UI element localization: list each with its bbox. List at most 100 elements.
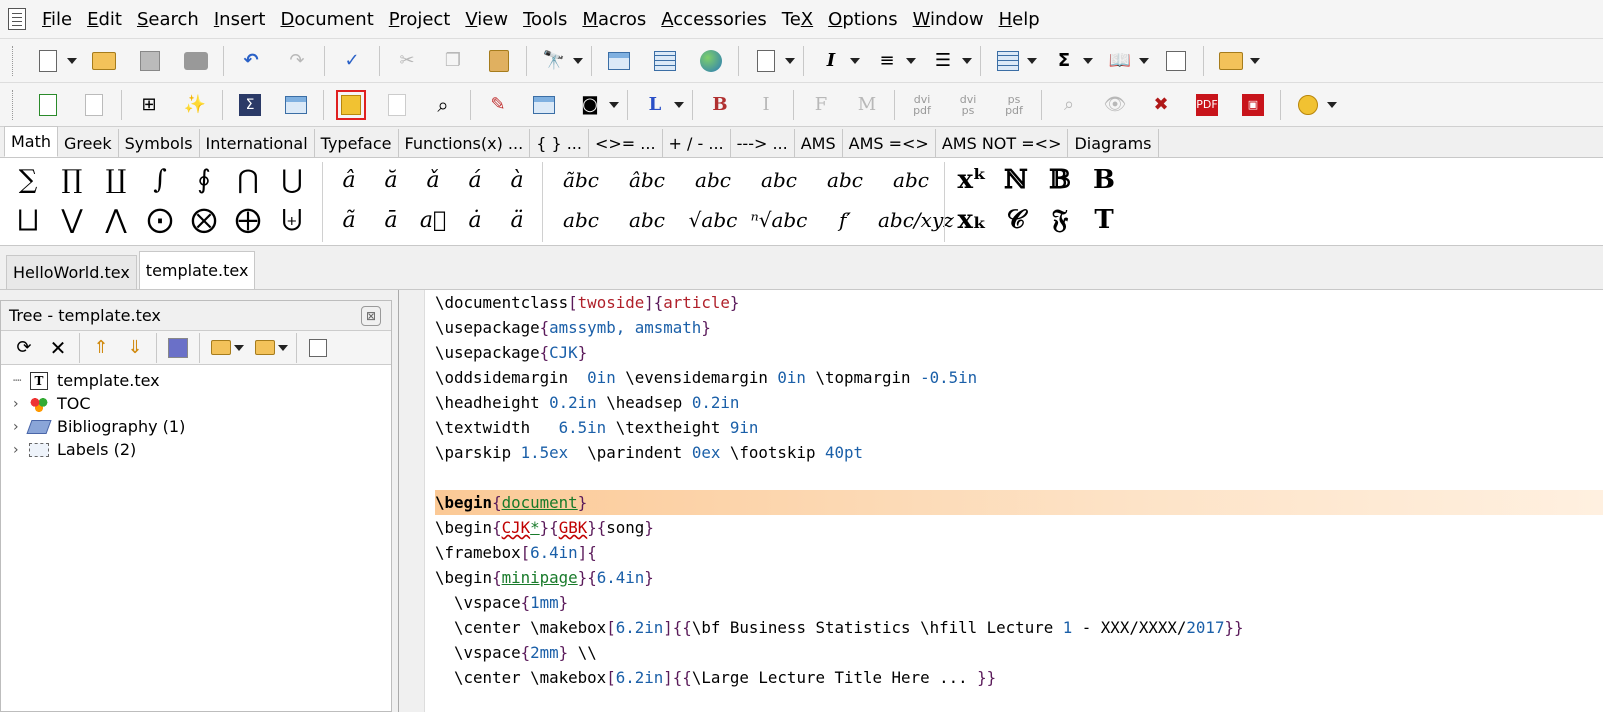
window-frame-icon[interactable] xyxy=(529,90,559,120)
accent-symbol-button[interactable]: ä xyxy=(496,208,538,233)
cut-icon[interactable]: ✂ xyxy=(392,46,422,76)
tree-folder-icon[interactable] xyxy=(252,333,278,363)
document-structure-icon[interactable] xyxy=(751,46,781,76)
code-line[interactable]: \begin{CJK*}{GBK}{song} xyxy=(435,515,1603,540)
dvi-viewer-icon[interactable]: ✖ xyxy=(1146,90,1176,120)
wide-accent-symbol-button[interactable]: ãbc xyxy=(548,168,614,192)
code-line[interactable]: \textwidth 6.5in \textheight 9in xyxy=(435,415,1603,440)
wide-accent-symbol-button[interactable]: abc/xyz xyxy=(878,208,954,232)
tree-open-icon[interactable] xyxy=(208,333,234,363)
operator-symbol-button[interactable]: ⋂ xyxy=(226,165,270,195)
menu-view[interactable]: View xyxy=(465,9,508,30)
operator-symbol-button[interactable]: ∫ xyxy=(138,165,182,195)
file-tab-template[interactable]: template.tex xyxy=(138,251,256,289)
tree-item-toc[interactable]: › TOC xyxy=(1,392,391,415)
symbol-tab-4[interactable]: Typeface xyxy=(315,129,399,157)
menu-project[interactable]: Project xyxy=(389,9,451,30)
compile-latex-dropdown[interactable] xyxy=(674,90,684,120)
folder-search-icon[interactable] xyxy=(1216,46,1246,76)
accent-symbol-button[interactable]: a⃗ xyxy=(412,208,454,233)
pdf-binoculars-icon[interactable]: ▣ xyxy=(1238,90,1268,120)
close-icon[interactable]: ⊠ xyxy=(361,305,381,326)
symbol-tab-13[interactable]: Diagrams xyxy=(1068,129,1159,157)
tree-folder-dropdown[interactable] xyxy=(278,333,288,363)
menu-tex[interactable]: TeX xyxy=(782,9,813,30)
operator-symbol-button[interactable]: ∐ xyxy=(94,165,138,195)
save-icon[interactable] xyxy=(135,46,165,76)
accent-symbol-button[interactable]: ã xyxy=(328,208,370,233)
accent-symbol-button[interactable]: à xyxy=(496,168,538,193)
symbol-tab-3[interactable]: International xyxy=(200,129,315,157)
bullet-list-dropdown[interactable] xyxy=(962,46,972,76)
toolbar-grip[interactable] xyxy=(12,45,15,76)
symbol-tab-1[interactable]: Greek xyxy=(58,129,119,157)
menu-document[interactable]: Document xyxy=(280,9,373,30)
wide-accent-symbol-button[interactable]: abc xyxy=(812,168,878,192)
sigma-icon[interactable]: Σ xyxy=(1049,46,1079,76)
marker-icon[interactable]: ✎ xyxy=(483,90,513,120)
misc-symbol-button[interactable]: ℕ xyxy=(994,165,1038,195)
run-program-icon[interactable] xyxy=(1293,90,1323,120)
operator-symbol-button[interactable]: ⨄ xyxy=(270,205,314,236)
operator-symbol-button[interactable]: ⨆ xyxy=(6,205,50,236)
accent-symbol-button[interactable]: ā xyxy=(370,208,412,233)
sigma-dropdown[interactable] xyxy=(1083,46,1093,76)
preview-window-icon[interactable] xyxy=(281,90,311,120)
code-line[interactable]: \begin{document} xyxy=(435,490,1603,515)
symbol-tab-11[interactable]: AMS =<> xyxy=(843,129,936,157)
insert-link-globe-icon[interactable] xyxy=(696,46,726,76)
code-line[interactable]: \documentclass[twoside]{article} xyxy=(435,290,1603,315)
spellcheck-icon[interactable]: ✓ xyxy=(337,46,367,76)
code-line[interactable]: \vspace{1mm} xyxy=(435,590,1603,615)
operator-symbol-button[interactable]: ⋁ xyxy=(50,205,94,235)
code-line[interactable]: \usepackage{CJK} xyxy=(435,340,1603,365)
tabular-dropdown[interactable] xyxy=(1027,46,1037,76)
misc-symbol-button[interactable]: B xyxy=(1082,165,1126,195)
menu-file[interactable]: File xyxy=(42,9,72,30)
ps-to-pdf-button[interactable]: ps pdf xyxy=(999,90,1029,120)
redo-icon[interactable]: ↷ xyxy=(282,46,312,76)
tree-item-template[interactable]: ┈ T template.tex xyxy=(1,369,391,392)
code-line[interactable]: \framebox[6.4in]{ xyxy=(435,540,1603,565)
tree-structure-icon[interactable]: ⊞ xyxy=(134,90,164,120)
tree-up-icon[interactable]: ⇑ xyxy=(88,333,114,363)
tabular-icon[interactable] xyxy=(993,46,1023,76)
magnifier-icon[interactable]: ⌕ xyxy=(428,90,458,120)
operator-symbol-button[interactable]: ∑ xyxy=(6,165,50,195)
operator-symbol-button[interactable]: ⨀ xyxy=(138,205,182,235)
tree-refresh-icon[interactable]: ⟳ xyxy=(11,333,37,363)
bucket-icon[interactable]: ◙ xyxy=(575,90,605,120)
align-icon[interactable]: ≡ xyxy=(872,46,902,76)
file-tab-helloworld[interactable]: HelloWorld.tex xyxy=(6,255,137,289)
new-file-icon[interactable] xyxy=(33,46,63,76)
operator-symbol-button[interactable]: ∏ xyxy=(50,165,94,195)
bullet-list-icon[interactable]: ☰ xyxy=(928,46,958,76)
insert-table-icon[interactable] xyxy=(650,46,680,76)
print-icon[interactable] xyxy=(181,46,211,76)
open-folder-icon[interactable] xyxy=(89,46,119,76)
misc-symbol-button[interactable]: 𝔉 xyxy=(1038,205,1082,236)
operator-symbol-button[interactable]: ⋀ xyxy=(94,205,138,235)
editor-text[interactable]: \documentclass[twoside]{article} \usepack… xyxy=(435,290,1603,690)
dvi-binoculars-icon[interactable]: 👁 xyxy=(1100,90,1130,120)
book-icon[interactable]: 📖 xyxy=(1105,46,1135,76)
sigma-box-icon[interactable]: Σ xyxy=(235,90,265,120)
tree-item-labels[interactable]: › Labels (2) xyxy=(1,438,391,461)
menu-edit[interactable]: Edit xyxy=(87,9,122,30)
accent-symbol-button[interactable]: ȧ xyxy=(454,208,496,233)
code-line[interactable]: \headheight 0.2in \headsep 0.2in xyxy=(435,390,1603,415)
tree-delete-icon[interactable]: ✕ xyxy=(45,333,71,363)
wide-accent-symbol-button[interactable]: f′ xyxy=(812,208,878,232)
tree-down-icon[interactable]: ⇓ xyxy=(122,333,148,363)
symbol-tab-9[interactable]: ---> ... xyxy=(731,129,795,157)
wide-accent-symbol-button[interactable]: √abc xyxy=(680,208,746,232)
pdf-viewer-icon[interactable]: PDF xyxy=(1192,90,1222,120)
menu-insert[interactable]: Insert xyxy=(214,9,266,30)
accent-symbol-button[interactable]: á xyxy=(454,168,496,193)
dvi-to-pdf-button[interactable]: dvi pdf xyxy=(907,90,937,120)
code-line[interactable]: \begin{minipage}{6.4in} xyxy=(435,565,1603,590)
chevron-right-icon[interactable]: › xyxy=(13,419,27,435)
build-disabled-icon[interactable] xyxy=(382,90,412,120)
code-line[interactable]: \vspace{2mm} \\ xyxy=(435,640,1603,665)
wide-accent-symbol-button[interactable]: abc xyxy=(548,208,614,232)
